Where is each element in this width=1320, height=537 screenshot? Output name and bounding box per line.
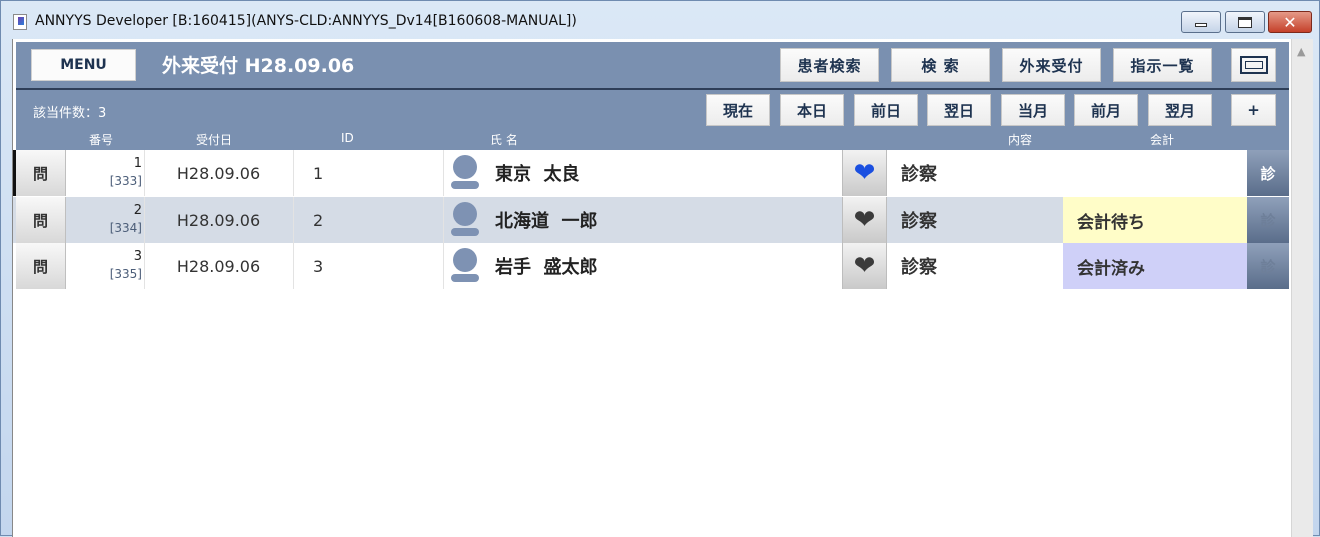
reception-date: H28.09.06 — [176, 163, 261, 183]
close-button[interactable]: ✕ — [1268, 11, 1312, 33]
reception-number: 2 — [133, 203, 142, 218]
patient-name[interactable]: 岩手 盛太郎 — [495, 243, 598, 289]
number-cell: 1 [333] — [66, 150, 144, 196]
accounting-status: 会計待ち — [1063, 197, 1247, 243]
table-row[interactable]: 問 3 [335] H28.09.06 3 岩手 盛太郎 ❤ 診察 会計済み 診 — [13, 243, 1289, 289]
patient-name[interactable]: 東京 太良 — [495, 150, 580, 196]
questionnaire-button[interactable]: 問 — [16, 150, 66, 196]
cell-separator — [443, 150, 444, 196]
next-day-button[interactable]: 翌日 — [927, 94, 991, 126]
cell-separator — [443, 197, 444, 243]
heart-glyph: ❤ — [853, 205, 876, 235]
app-window: ANNYYS Developer [B:160415](ANYS-CLD:ANN… — [0, 0, 1320, 537]
main-toolbar: MENU 外来受付 H28.09.06 患者検索 検 索 外来受付 指示一覧 — [16, 42, 1289, 88]
heart-icon[interactable]: ❤ — [842, 150, 887, 196]
number-cell: 3 [335] — [66, 243, 144, 289]
table-row[interactable]: 問 2 [334] H28.09.06 2 北海道 一郎 ❤ 診察 会計待ち 診 — [13, 197, 1289, 243]
menu-button[interactable]: MENU — [31, 49, 136, 81]
column-name: 氏 名 — [490, 133, 518, 147]
patient-name[interactable]: 北海道 一郎 — [495, 197, 598, 243]
today-button[interactable]: 本日 — [780, 94, 844, 126]
reception-date: H28.09.06 — [176, 210, 261, 230]
accounting-status — [1063, 150, 1247, 196]
cell-separator — [443, 243, 444, 289]
patient-id: 2 — [313, 210, 324, 230]
heart-icon[interactable]: ❤ — [842, 243, 887, 289]
scroll-up-icon[interactable]: ▲ — [1297, 45, 1305, 58]
visit-content: 診察 — [901, 164, 937, 185]
window-title: ANNYYS Developer [B:160415](ANYS-CLD:ANN… — [35, 13, 577, 29]
examine-button[interactable]: 診 — [1247, 150, 1289, 196]
reception-sub-number: [335] — [109, 267, 142, 281]
column-date: 受付日 — [196, 133, 233, 147]
column-header: 番号 受付日 ID 氏 名 内容 会計 — [16, 130, 1289, 150]
column-number: 番号 — [89, 133, 114, 147]
maximize-button[interactable] — [1225, 11, 1265, 33]
window-layout-icon — [1239, 56, 1268, 74]
column-id: ID — [341, 131, 354, 145]
title-bar[interactable]: ANNYYS Developer [B:160415](ANYS-CLD:ANN… — [1, 1, 1319, 39]
accounting-status: 会計済み — [1063, 243, 1247, 289]
questionnaire-button[interactable]: 問 — [16, 243, 66, 289]
minimize-button[interactable] — [1181, 11, 1221, 33]
heart-glyph: ❤ — [853, 158, 876, 188]
questionnaire-button[interactable]: 問 — [16, 197, 66, 243]
patient-avatar-icon — [449, 248, 481, 284]
patient-search-button[interactable]: 患者検索 — [780, 48, 879, 82]
previous-month-button[interactable]: 前月 — [1074, 94, 1138, 126]
heart-glyph: ❤ — [853, 251, 876, 281]
next-month-button[interactable]: 翌月 — [1148, 94, 1212, 126]
column-accounting: 会計 — [1150, 133, 1175, 147]
reception-sub-number: [334] — [109, 221, 142, 235]
now-button[interactable]: 現在 — [706, 94, 770, 126]
reception-number: 3 — [133, 249, 142, 264]
instruction-list-button[interactable]: 指示一覧 — [1113, 48, 1212, 82]
examine-button[interactable]: 診 — [1247, 197, 1289, 243]
number-cell: 2 [334] — [66, 197, 144, 243]
patient-id: 1 — [313, 163, 324, 183]
this-month-button[interactable]: 当月 — [1001, 94, 1065, 126]
column-content: 内容 — [1008, 133, 1033, 147]
table-row[interactable]: 問 1 [333] H28.09.06 1 東京 太良 ❤ 診察 診 — [13, 150, 1289, 196]
reception-date: H28.09.06 — [176, 256, 261, 276]
examine-button[interactable]: 診 — [1247, 243, 1289, 289]
previous-day-button[interactable]: 前日 — [854, 94, 918, 126]
add-button[interactable]: + — [1231, 94, 1276, 126]
screen-title: 外来受付 H28.09.06 — [162, 55, 355, 77]
heart-icon[interactable]: ❤ — [842, 197, 887, 243]
visit-content: 診察 — [901, 211, 937, 232]
visit-content: 診察 — [901, 257, 937, 278]
maximize-icon — [1238, 16, 1252, 28]
close-icon: ✕ — [1283, 12, 1297, 32]
patient-id: 3 — [313, 256, 324, 276]
minimize-icon — [1195, 23, 1207, 27]
reception-number: 1 — [133, 156, 142, 171]
reception-sub-number: [333] — [109, 174, 142, 188]
vertical-scrollbar[interactable]: ▲ — [1291, 39, 1313, 537]
search-button[interactable]: 検 索 — [891, 48, 990, 82]
window-layout-button[interactable] — [1231, 48, 1276, 82]
result-count: 該当件数：3 — [33, 106, 107, 121]
patient-avatar-icon — [449, 155, 481, 191]
date-filter-bar: 該当件数：3 現在 本日 前日 翌日 当月 前月 翌月 + — [16, 90, 1289, 130]
patient-avatar-icon — [449, 202, 481, 238]
outpatient-reception-button[interactable]: 外来受付 — [1002, 48, 1101, 82]
app-icon — [13, 14, 27, 30]
